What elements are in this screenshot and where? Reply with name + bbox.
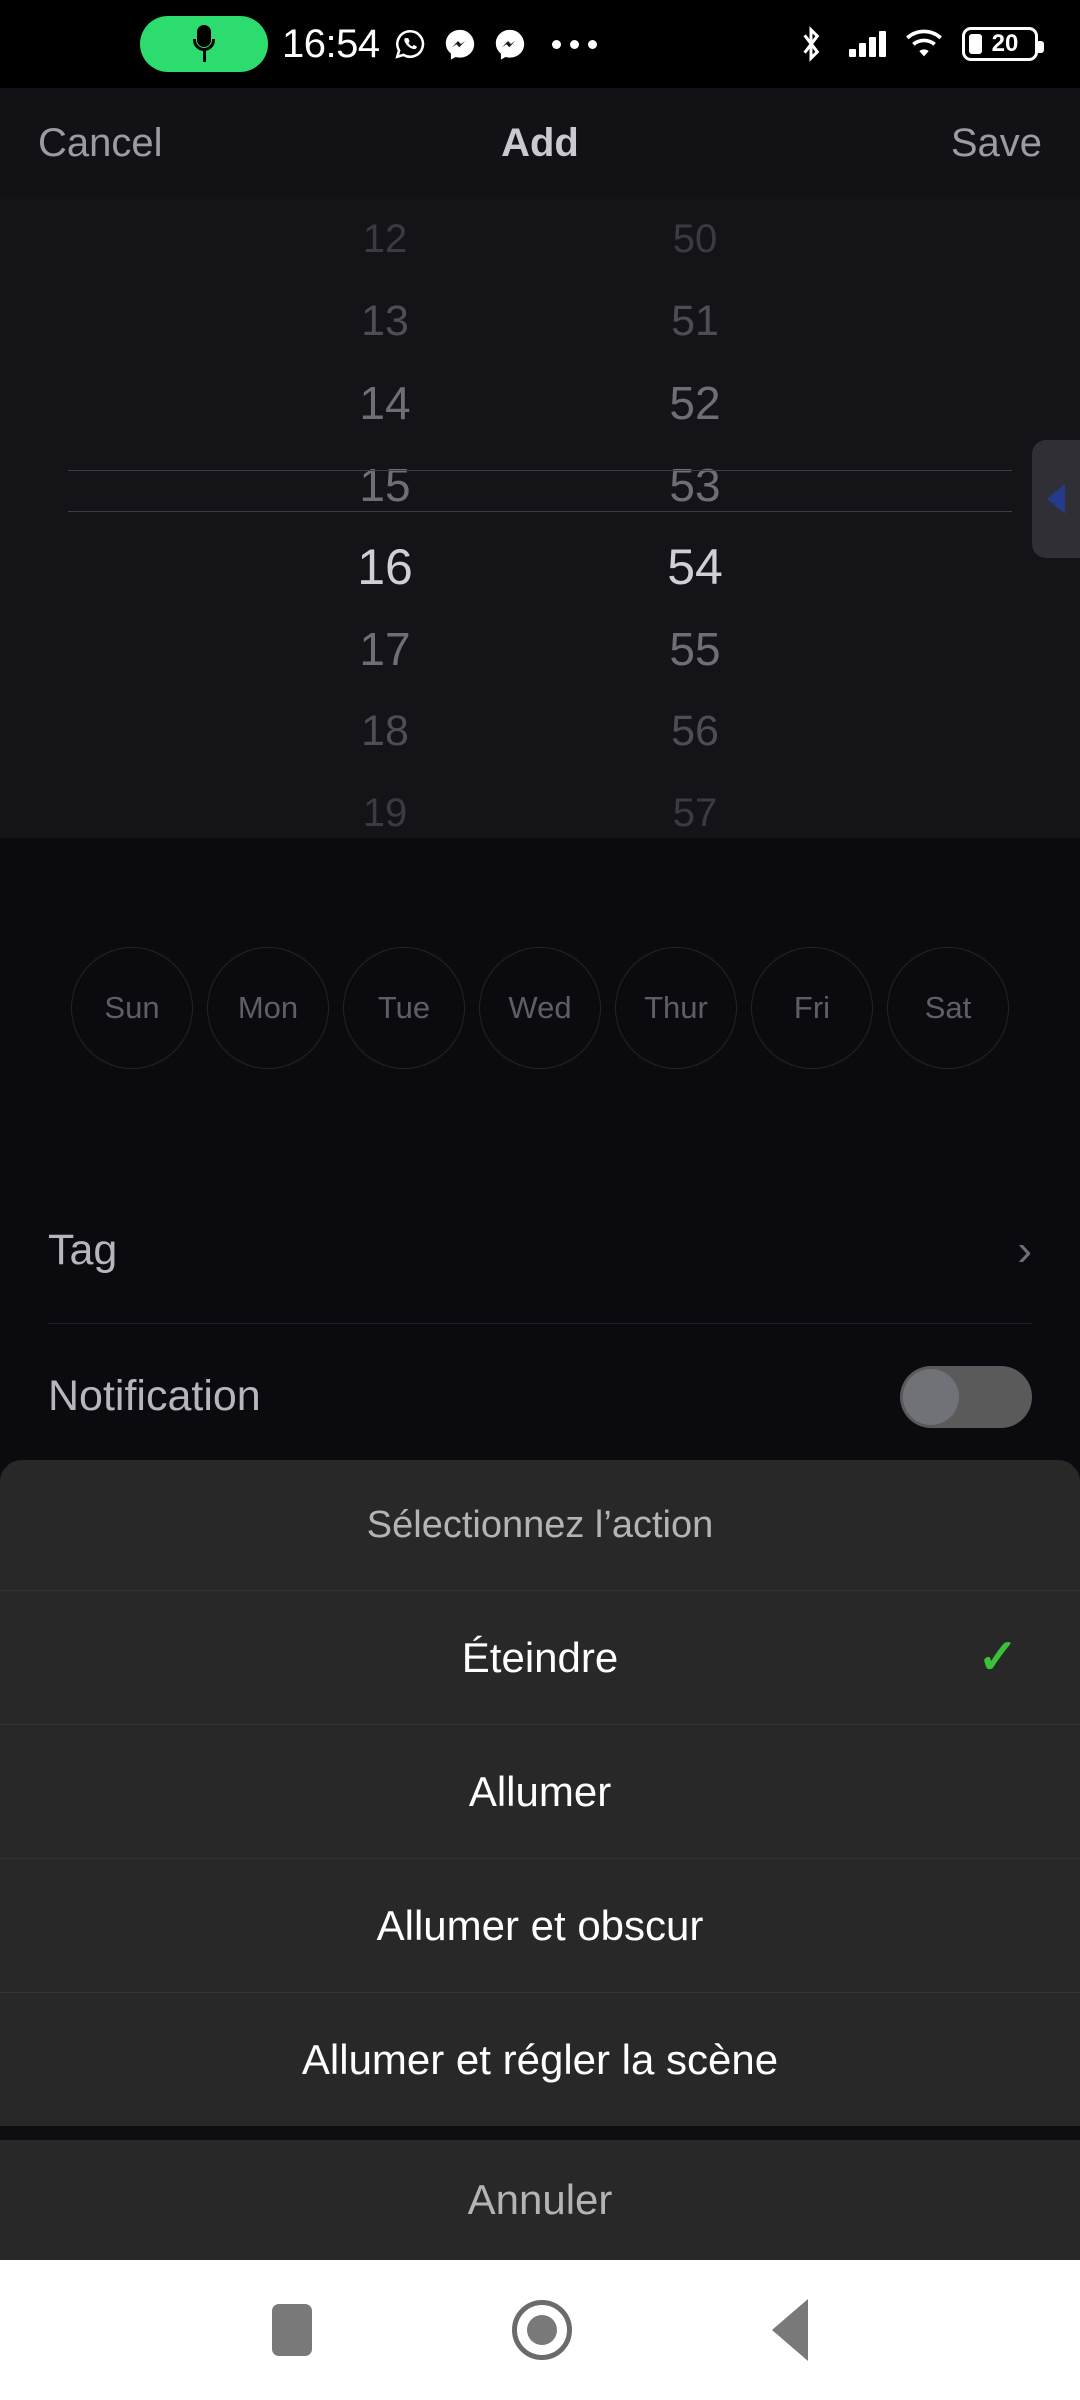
more-dots-icon	[551, 39, 597, 49]
circle-home-icon[interactable]	[512, 2300, 572, 2360]
hour-option[interactable]: 18	[305, 690, 465, 772]
day-chip-label: Tue	[377, 990, 431, 1025]
day-chip-label: Fri	[793, 990, 831, 1025]
cellular-signal-icon	[849, 31, 886, 57]
bluetooth-icon	[791, 24, 831, 64]
day-chip-label: Thur	[644, 990, 708, 1025]
wifi-icon	[904, 24, 944, 64]
notification-label: Notification	[48, 1372, 261, 1420]
minute-option[interactable]: 56	[615, 690, 775, 772]
floating-edge-tab[interactable]	[1032, 440, 1080, 558]
time-picker[interactable]: 12 13 14 15 16 17 18 19 50 51 52 53 54 5…	[0, 198, 1080, 838]
battery-icon: 20	[962, 27, 1044, 61]
picker-selection-line-top	[68, 470, 1012, 471]
tag-label: Tag	[48, 1226, 118, 1274]
action-option-allumer-et-regler-la-scene[interactable]: Allumer et régler la scène	[0, 1992, 1080, 2126]
day-of-week-selector: Sun Mon Tue Wed Thur Fri Sat	[0, 838, 1080, 1178]
chevron-right-icon: ›	[1017, 1225, 1032, 1275]
day-chip-mon[interactable]: Mon	[207, 947, 329, 1069]
action-option-label: Allumer et régler la scène	[301, 2035, 779, 2083]
action-sheet-gap	[0, 2126, 1080, 2140]
android-navigation-bar	[0, 2260, 1080, 2400]
battery-percent: 20	[991, 30, 1019, 57]
hour-option[interactable]: 15	[305, 444, 465, 526]
picker-selection-line-bottom	[68, 511, 1012, 512]
hour-option[interactable]: 14	[305, 362, 465, 444]
minute-option-selected[interactable]: 54	[615, 526, 775, 608]
action-option-label: Allumer	[468, 1767, 612, 1815]
action-option-allumer[interactable]: Allumer	[0, 1724, 1080, 1858]
microphone-icon	[140, 16, 268, 72]
minute-option[interactable]: 51	[615, 280, 775, 362]
day-chip-label: Sat	[924, 990, 972, 1025]
day-chip-sun[interactable]: Sun	[71, 947, 193, 1069]
action-option-label: Éteindre	[461, 1633, 619, 1681]
tag-row[interactable]: Tag ›	[0, 1178, 1080, 1323]
minute-option[interactable]: 50	[615, 198, 775, 280]
hour-option[interactable]: 12	[305, 198, 465, 280]
minute-wheel[interactable]: 50 51 52 53 54 55 56 57	[615, 198, 775, 838]
day-chip-wed[interactable]: Wed	[479, 947, 601, 1069]
status-bar-right: 20	[791, 0, 1044, 88]
action-sheet-cancel-button[interactable]: Annuler	[0, 2140, 1080, 2260]
whatsapp-icon	[390, 24, 430, 64]
action-option-label: Allumer et obscur	[376, 1901, 704, 1949]
status-bar-clock: 16:54	[282, 21, 380, 66]
action-sheet-title: Sélectionnez l’action	[366, 1503, 714, 1546]
messenger-icon	[490, 24, 530, 64]
save-button[interactable]: Save	[951, 121, 1042, 166]
hour-option[interactable]: 17	[305, 608, 465, 690]
action-sheet-panel: Sélectionnez l’action Éteindre ✓ Allumer…	[0, 1460, 1080, 2126]
toggle-thumb	[903, 1368, 959, 1425]
hour-option-selected[interactable]: 16	[305, 526, 465, 608]
notification-toggle[interactable]	[900, 1365, 1032, 1428]
day-chip-tue[interactable]: Tue	[343, 947, 465, 1069]
hour-wheel[interactable]: 12 13 14 15 16 17 18 19	[305, 198, 465, 838]
triangle-left-icon	[1047, 484, 1065, 514]
action-option-allumer-et-obscur[interactable]: Allumer et obscur	[0, 1858, 1080, 1992]
minute-option[interactable]: 57	[615, 772, 775, 838]
square-recents-icon[interactable]	[272, 2304, 312, 2356]
app-header: Cancel Add Save	[0, 88, 1080, 198]
notification-row[interactable]: Notification	[0, 1324, 1080, 1469]
action-option-eteindre[interactable]: Éteindre ✓	[0, 1590, 1080, 1724]
hour-option[interactable]: 13	[305, 280, 465, 362]
day-chip-label: Wed	[508, 990, 572, 1025]
day-chip-thur[interactable]: Thur	[615, 947, 737, 1069]
day-chip-sat[interactable]: Sat	[887, 947, 1009, 1069]
minute-option[interactable]: 53	[615, 444, 775, 526]
minute-option[interactable]: 52	[615, 362, 775, 444]
messenger-icon	[440, 24, 480, 64]
status-bar: 16:54 20	[0, 0, 1080, 88]
phone-screen: 16:54 20 Cancel Add Save 12 13 14 15 16 …	[0, 0, 1080, 2400]
cancel-button[interactable]: Cancel	[38, 121, 163, 166]
status-bar-left: 16:54	[140, 0, 597, 88]
minute-option[interactable]: 55	[615, 608, 775, 690]
hour-option[interactable]: 19	[305, 772, 465, 838]
check-icon: ✓	[977, 1630, 1018, 1684]
triangle-back-icon[interactable]	[772, 2299, 808, 2361]
day-chip-fri[interactable]: Fri	[751, 947, 873, 1069]
day-chip-label: Mon	[237, 990, 299, 1025]
action-sheet: Sélectionnez l’action Éteindre ✓ Allumer…	[0, 1460, 1080, 2260]
day-chip-label: Sun	[104, 990, 160, 1025]
